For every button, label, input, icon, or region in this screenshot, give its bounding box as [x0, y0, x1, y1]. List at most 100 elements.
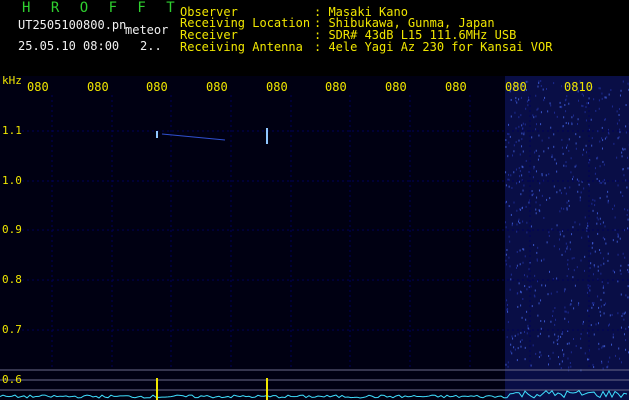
noise-pixel: [524, 255, 526, 258]
noise-pixel: [618, 136, 620, 139]
noise-pixel: [604, 225, 606, 228]
noise-pixel: [508, 141, 510, 144]
noise-pixel: [553, 341, 555, 344]
noise-pixel: [549, 197, 551, 200]
noise-pixel: [591, 246, 593, 249]
noise-pixel: [556, 339, 558, 342]
noise-pixel: [596, 222, 598, 225]
noise-pixel: [600, 252, 602, 255]
noise-pixel: [537, 280, 539, 283]
noise-pixel: [584, 255, 586, 258]
noise-pixel: [520, 331, 522, 334]
noise-pixel: [559, 189, 561, 192]
noise-pixel: [620, 191, 622, 194]
noise-pixel: [550, 292, 552, 295]
noise-pixel: [507, 155, 509, 158]
noise-pixel: [590, 324, 592, 327]
noise-pixel: [596, 216, 598, 219]
noise-pixel: [569, 303, 571, 306]
noise-pixel: [506, 336, 508, 339]
noise-pixel: [572, 175, 574, 178]
noise-pixel: [508, 123, 510, 126]
noise-pixel: [514, 111, 516, 114]
noise-pixel: [585, 119, 587, 122]
file-name: UT2505100800.pn: [18, 18, 127, 32]
noise-pixel: [517, 347, 519, 350]
noise-pixel: [607, 252, 609, 255]
x-tick-label: 080: [146, 80, 168, 94]
noise-pixel: [513, 150, 515, 153]
noise-pixel: [524, 123, 526, 126]
noise-pixel: [624, 256, 626, 259]
noise-pixel: [609, 356, 611, 359]
noise-pixel: [536, 196, 538, 199]
noise-pixel: [601, 147, 603, 150]
noise-pixel: [513, 144, 515, 147]
x-tick-label: 080: [27, 80, 49, 94]
noise-pixel: [520, 345, 522, 348]
noise-pixel: [599, 197, 601, 200]
noise-pixel: [538, 356, 540, 359]
noise-pixel: [552, 351, 554, 354]
noise-pixel: [518, 218, 520, 221]
noise-pixel: [507, 365, 509, 368]
x-tick-label: 080: [87, 80, 109, 94]
noise-pixel: [623, 174, 625, 177]
noise-pixel: [622, 80, 624, 83]
noise-pixel: [575, 133, 577, 136]
antenna-value: : 4ele Yagi Az 230 for Kansai VOR: [314, 40, 553, 54]
noise-pixel: [615, 179, 617, 182]
noise-pixel: [517, 305, 519, 308]
noise-pixel: [597, 269, 599, 272]
noise-pixel: [602, 236, 604, 239]
noise-pixel: [540, 123, 542, 126]
noise-pixel: [569, 248, 571, 251]
noise-pixel: [569, 361, 571, 364]
noise-pixel: [518, 220, 520, 223]
noise-pixel: [601, 126, 603, 129]
noise-pixel: [558, 238, 560, 241]
noise-pixel: [520, 96, 522, 99]
noise-pixel: [527, 80, 529, 83]
noise-pixel: [594, 204, 596, 207]
noise-pixel: [541, 194, 543, 197]
noise-pixel: [568, 268, 570, 271]
noise-pixel: [590, 262, 592, 265]
noise-pixel: [620, 264, 622, 267]
noise-pixel: [519, 208, 521, 211]
noise-pixel: [553, 82, 555, 85]
noise-pixel: [535, 208, 537, 211]
noise-pixel: [523, 331, 525, 334]
noise-pixel: [620, 361, 622, 364]
noise-pixel: [510, 273, 512, 276]
noise-pixel: [538, 302, 540, 305]
noise-pixel: [600, 264, 602, 267]
noise-pixel: [612, 269, 614, 272]
y-tick-label: 0.6: [2, 373, 22, 386]
noise-pixel: [583, 187, 585, 190]
noise-pixel: [608, 93, 610, 96]
noise-pixel: [505, 201, 507, 204]
noise-pixel: [537, 85, 539, 88]
noise-pixel: [554, 158, 556, 161]
noise-pixel: [516, 209, 518, 212]
noise-pixel: [550, 320, 552, 323]
noise-pixel: [511, 335, 513, 338]
noise-pixel: [522, 122, 524, 125]
noise-pixel: [604, 182, 606, 185]
noise-pixel: [614, 229, 616, 232]
noise-pixel: [566, 247, 568, 250]
noise-pixel: [623, 318, 625, 321]
noise-pixel: [592, 273, 594, 276]
noise-pixel: [545, 174, 547, 177]
noise-pixel: [539, 332, 541, 335]
noise-pixel: [561, 253, 563, 256]
noise-pixel: [602, 139, 604, 142]
noise-pixel: [553, 133, 555, 136]
noise-pixel: [564, 187, 566, 190]
noise-pixel: [528, 201, 530, 204]
noise-pixel: [528, 170, 530, 173]
noise-pixel: [522, 248, 524, 251]
noise-pixel: [598, 322, 600, 325]
noise-pixel: [540, 327, 542, 330]
